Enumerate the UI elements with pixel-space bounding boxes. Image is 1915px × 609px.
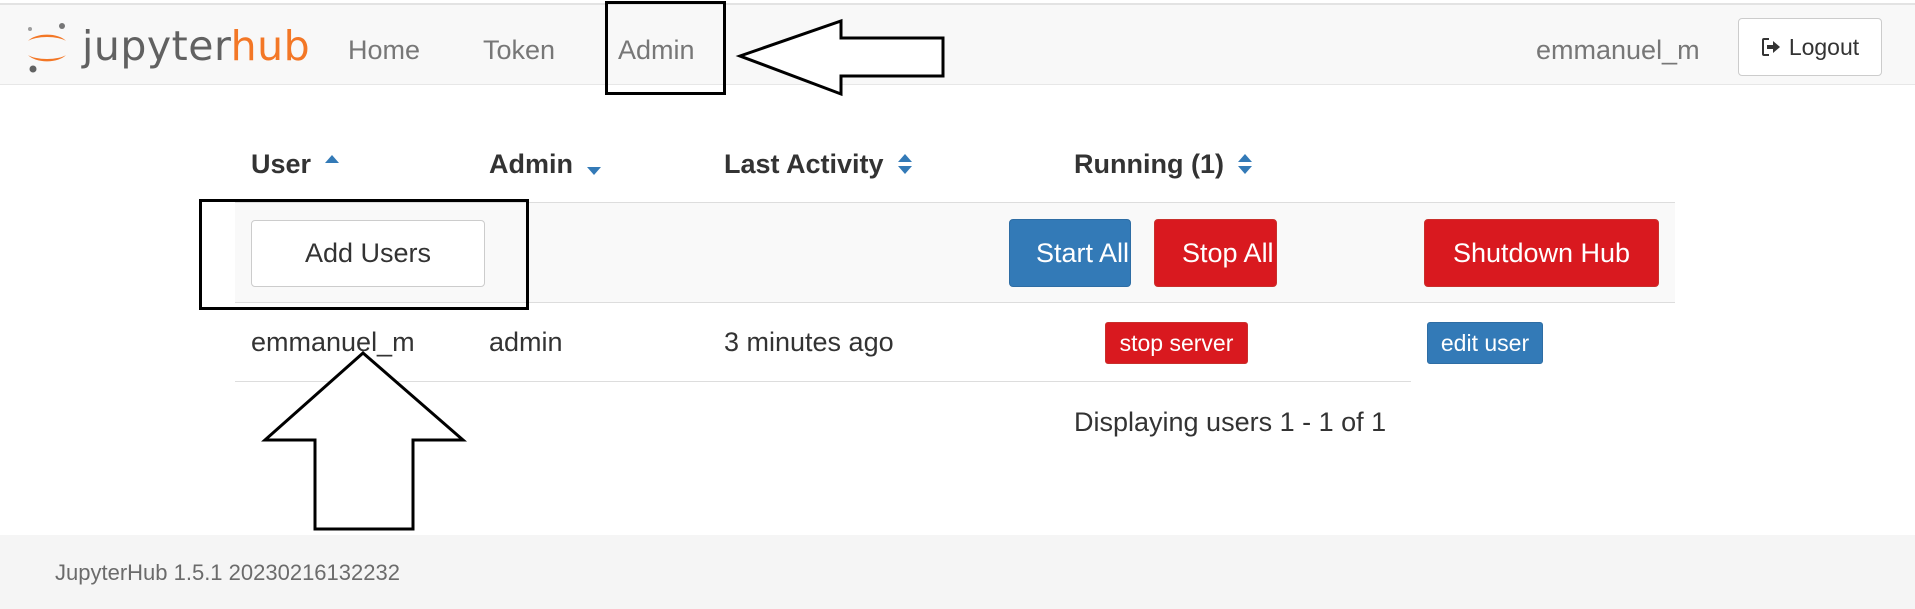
annotation-arrow-up bbox=[261, 351, 468, 531]
brand-wordmark: jupyterhub bbox=[82, 21, 310, 71]
user-admin-cell: admin bbox=[489, 327, 563, 357]
stop-server-button[interactable]: stop server bbox=[1105, 322, 1248, 364]
nav-home-link[interactable]: Home bbox=[348, 33, 420, 67]
jupyter-logo-icon bbox=[28, 23, 66, 73]
column-header-last-activity-label: Last Activity bbox=[724, 149, 884, 179]
current-username: emmanuel_m bbox=[1536, 35, 1700, 65]
column-header-running[interactable]: Running (1) bbox=[1074, 146, 1254, 182]
pagination-info: Displaying users 1 - 1 of 1 bbox=[1074, 407, 1387, 437]
column-header-user[interactable]: User bbox=[251, 146, 341, 182]
column-header-user-label: User bbox=[251, 149, 312, 179]
version-info: JupyterHub 1.5.1 20230216132232 bbox=[55, 560, 400, 585]
start-all-button[interactable]: Start All bbox=[1009, 219, 1131, 287]
sign-out-icon bbox=[1761, 38, 1780, 56]
brand-jupyter-text: jupyter bbox=[82, 22, 231, 70]
stop-all-button[interactable]: Stop All bbox=[1154, 219, 1277, 287]
logout-button[interactable]: Logout bbox=[1738, 18, 1882, 76]
column-header-admin[interactable]: Admin bbox=[489, 146, 603, 182]
column-header-admin-label: Admin bbox=[489, 149, 573, 179]
navbar: jupyterhub Home Token Admin emmanuel_m L… bbox=[0, 3, 1915, 85]
column-header-running-label: Running (1) bbox=[1074, 149, 1224, 179]
logout-label: Logout bbox=[1788, 33, 1860, 60]
nav-token-link[interactable]: Token bbox=[483, 33, 555, 67]
table-row-divider bbox=[235, 381, 1411, 382]
shutdown-hub-button[interactable]: Shutdown Hub bbox=[1424, 219, 1659, 287]
user-name-cell: emmanuel_m bbox=[251, 327, 415, 357]
annotation-box-admin bbox=[605, 1, 726, 95]
edit-user-button[interactable]: edit user bbox=[1427, 322, 1543, 364]
footer: JupyterHub 1.5.1 20230216132232 bbox=[0, 535, 1915, 609]
sort-desc-icon bbox=[587, 167, 601, 175]
annotation-box-add-users bbox=[199, 199, 529, 310]
brand-hub-text: hub bbox=[230, 22, 311, 70]
sort-both-icon bbox=[1237, 154, 1252, 174]
user-last-activity-cell: 3 minutes ago bbox=[724, 327, 894, 357]
column-header-last-activity[interactable]: Last Activity bbox=[724, 146, 914, 182]
sort-asc-icon bbox=[325, 155, 340, 163]
sort-both-icon bbox=[897, 154, 912, 174]
jupyterhub-logo[interactable]: jupyterhub bbox=[24, 19, 324, 77]
